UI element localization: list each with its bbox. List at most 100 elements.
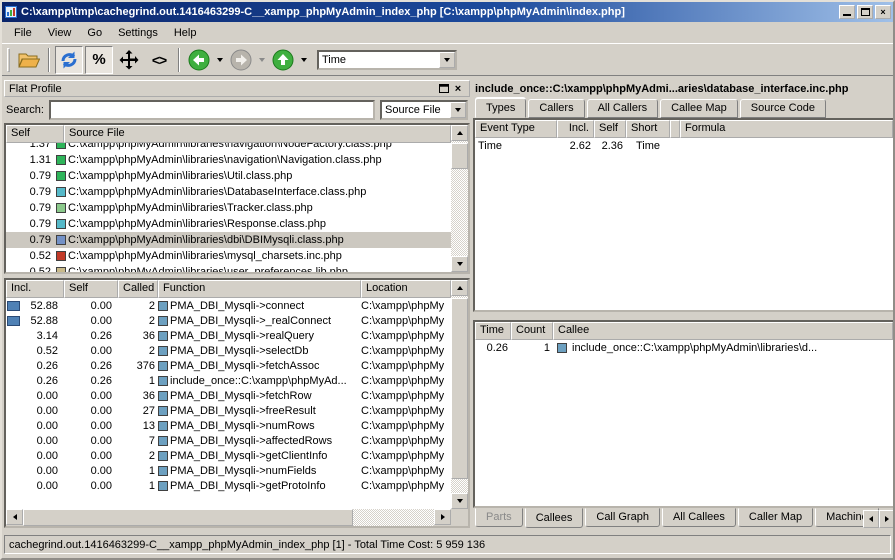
vertical-scrollbar[interactable] bbox=[451, 280, 468, 509]
column-header-self[interactable]: Self bbox=[594, 120, 626, 138]
scrollbar-thumb[interactable] bbox=[23, 509, 353, 526]
dock-title-bar[interactable]: Flat Profile × bbox=[4, 80, 470, 97]
relative-percent-button[interactable]: % bbox=[85, 46, 113, 74]
search-input[interactable] bbox=[49, 100, 375, 120]
scroll-right-button[interactable] bbox=[434, 509, 451, 525]
function-row[interactable]: 0.000.001PMA_DBI_Mysqli->numFieldsC:\xam… bbox=[6, 463, 451, 478]
scroll-down-button[interactable] bbox=[451, 493, 468, 509]
source-file-row[interactable]: 0.79C:\xampp\phpMyAdmin\libraries\dbi\DB… bbox=[6, 232, 451, 248]
tab-callee-map[interactable]: Callee Map bbox=[660, 99, 738, 118]
dock-layout-button[interactable] bbox=[115, 46, 143, 74]
combo-dropdown-button[interactable] bbox=[439, 52, 455, 68]
column-header-spacer[interactable] bbox=[670, 120, 680, 138]
scrollbar-track[interactable] bbox=[451, 296, 468, 493]
group-by-combo[interactable]: Source File bbox=[380, 100, 468, 120]
tab-scroll-left-button[interactable] bbox=[863, 510, 879, 528]
column-header-short[interactable]: Short bbox=[626, 120, 670, 138]
up-button[interactable] bbox=[269, 46, 297, 74]
column-header-count[interactable]: Count bbox=[511, 322, 553, 340]
event-type-row[interactable]: Time 2.62 2.36 Time bbox=[475, 138, 893, 154]
scroll-down-button[interactable] bbox=[451, 256, 468, 272]
scroll-up-button[interactable] bbox=[451, 125, 468, 141]
function-icon bbox=[158, 481, 168, 491]
tab-all-callers[interactable]: All Callers bbox=[587, 99, 659, 118]
expand-shrink-button[interactable]: <> bbox=[145, 46, 173, 74]
column-header-event-type[interactable]: Event Type bbox=[475, 120, 557, 138]
scroll-up-button[interactable] bbox=[451, 280, 468, 296]
up-dropdown-arrow[interactable] bbox=[301, 58, 307, 65]
tab-source-code[interactable]: Source Code bbox=[740, 99, 826, 118]
cycle-detection-button[interactable] bbox=[55, 46, 83, 74]
function-row[interactable]: 0.260.261include_once::C:\xampp\phpMyAd.… bbox=[6, 373, 451, 388]
function-row[interactable]: 0.000.002PMA_DBI_Mysqli->getClientInfoC:… bbox=[6, 448, 451, 463]
tab-caller-map[interactable]: Caller Map bbox=[738, 508, 813, 527]
column-header-self[interactable]: Self bbox=[64, 280, 118, 298]
function-row[interactable]: 52.880.002PMA_DBI_Mysqli->_realConnectC:… bbox=[6, 313, 451, 328]
function-row[interactable]: 3.140.2636PMA_DBI_Mysqli->realQueryC:\xa… bbox=[6, 328, 451, 343]
title-bar[interactable]: C:\xampp\tmp\cachegrind.out.1416463299-C… bbox=[2, 2, 893, 22]
forward-dropdown-arrow[interactable] bbox=[259, 58, 265, 65]
tab-scroll-right-button[interactable] bbox=[879, 510, 895, 528]
menu-go[interactable]: Go bbox=[79, 25, 110, 41]
tab-call-graph[interactable]: Call Graph bbox=[585, 508, 660, 527]
source-file-row[interactable]: 1.31C:\xampp\phpMyAdmin\libraries\naviga… bbox=[6, 152, 451, 168]
source-file-row[interactable]: 0.79C:\xampp\phpMyAdmin\libraries\Util.c… bbox=[6, 168, 451, 184]
column-header-location[interactable]: Location bbox=[361, 280, 451, 298]
forward-button[interactable] bbox=[227, 46, 255, 74]
cost-color-icon bbox=[56, 251, 66, 261]
column-header-incl[interactable]: Incl. bbox=[557, 120, 594, 138]
back-dropdown-arrow[interactable] bbox=[217, 58, 223, 65]
column-header-formula[interactable]: Formula bbox=[680, 120, 893, 138]
function-row[interactable]: 0.000.007PMA_DBI_Mysqli->affectedRowsC:\… bbox=[6, 433, 451, 448]
column-header-time[interactable]: Time bbox=[475, 322, 511, 340]
maximize-button[interactable] bbox=[857, 5, 873, 19]
source-file-row[interactable]: 0.79C:\xampp\phpMyAdmin\libraries\Respon… bbox=[6, 216, 451, 232]
tab-callees[interactable]: Callees bbox=[525, 508, 584, 528]
source-file-row[interactable]: 0.52C:\xampp\phpMyAdmin\libraries\user_p… bbox=[6, 264, 451, 272]
function-row[interactable]: 0.260.26376PMA_DBI_Mysqli->fetchAssocC:\… bbox=[6, 358, 451, 373]
scrollbar-track[interactable] bbox=[23, 509, 434, 526]
function-row[interactable]: 52.880.002PMA_DBI_Mysqli->connectC:\xamp… bbox=[6, 298, 451, 313]
function-row[interactable]: 0.000.001PMA_DBI_Mysqli->getProtoInfoC:\… bbox=[6, 478, 451, 493]
scrollbar-thumb[interactable] bbox=[451, 143, 468, 169]
menu-view[interactable]: View bbox=[40, 25, 80, 41]
function-row[interactable]: 0.000.0036PMA_DBI_Mysqli->fetchRowC:\xam… bbox=[6, 388, 451, 403]
combo-dropdown-button[interactable] bbox=[450, 102, 466, 118]
scroll-left-button[interactable] bbox=[6, 509, 23, 525]
horizontal-scrollbar[interactable] bbox=[6, 509, 451, 526]
column-header-function[interactable]: Function bbox=[158, 280, 361, 298]
callee-row[interactable]: 0.26 1 include_once::C:\xampp\phpMyAdmin… bbox=[475, 340, 893, 356]
close-button[interactable]: × bbox=[875, 5, 891, 19]
open-file-button[interactable] bbox=[15, 46, 43, 74]
function-row[interactable]: 0.000.0027PMA_DBI_Mysqli->freeResultC:\x… bbox=[6, 403, 451, 418]
column-header-self[interactable]: Self bbox=[6, 125, 64, 143]
toolbar-handle[interactable] bbox=[7, 48, 10, 72]
source-file-row[interactable]: 0.79C:\xampp\phpMyAdmin\libraries\Databa… bbox=[6, 184, 451, 200]
menu-settings[interactable]: Settings bbox=[110, 25, 166, 41]
vertical-scrollbar[interactable] bbox=[451, 125, 468, 272]
column-header-incl[interactable]: Incl. bbox=[6, 280, 64, 298]
column-header-called[interactable]: Called bbox=[118, 280, 158, 298]
column-header-source-file[interactable]: Source File bbox=[64, 125, 451, 143]
minimize-button[interactable] bbox=[839, 5, 855, 19]
scrollbar-track[interactable] bbox=[451, 141, 468, 256]
source-file-path: C:\xampp\phpMyAdmin\libraries\Response.c… bbox=[68, 218, 326, 230]
source-file-row[interactable]: 0.79C:\xampp\phpMyAdmin\libraries\Tracke… bbox=[6, 200, 451, 216]
float-dock-button[interactable] bbox=[437, 82, 451, 95]
close-dock-button[interactable]: × bbox=[451, 82, 465, 95]
function-row[interactable]: 0.520.002PMA_DBI_Mysqli->selectDbC:\xamp… bbox=[6, 343, 451, 358]
tab-callers[interactable]: Callers bbox=[528, 99, 584, 118]
function-row[interactable]: 0.000.0013PMA_DBI_Mysqli->numRowsC:\xamp… bbox=[6, 418, 451, 433]
menu-file[interactable]: File bbox=[6, 25, 40, 41]
called-count: 376 bbox=[118, 360, 158, 372]
source-file-row[interactable]: 1.37C:\xampp\phpMyAdmin\libraries\naviga… bbox=[6, 143, 451, 152]
tab-parts[interactable]: Parts bbox=[475, 508, 523, 527]
tab-all-callees[interactable]: All Callees bbox=[662, 508, 736, 527]
column-header-callee[interactable]: Callee bbox=[553, 322, 893, 340]
event-type-combo[interactable]: Time bbox=[317, 50, 457, 70]
scrollbar-thumb[interactable] bbox=[451, 298, 468, 479]
back-button[interactable] bbox=[185, 46, 213, 74]
source-file-row[interactable]: 0.52C:\xampp\phpMyAdmin\libraries\mysql_… bbox=[6, 248, 451, 264]
menu-help[interactable]: Help bbox=[166, 25, 205, 41]
tab-types[interactable]: Types bbox=[475, 98, 526, 118]
